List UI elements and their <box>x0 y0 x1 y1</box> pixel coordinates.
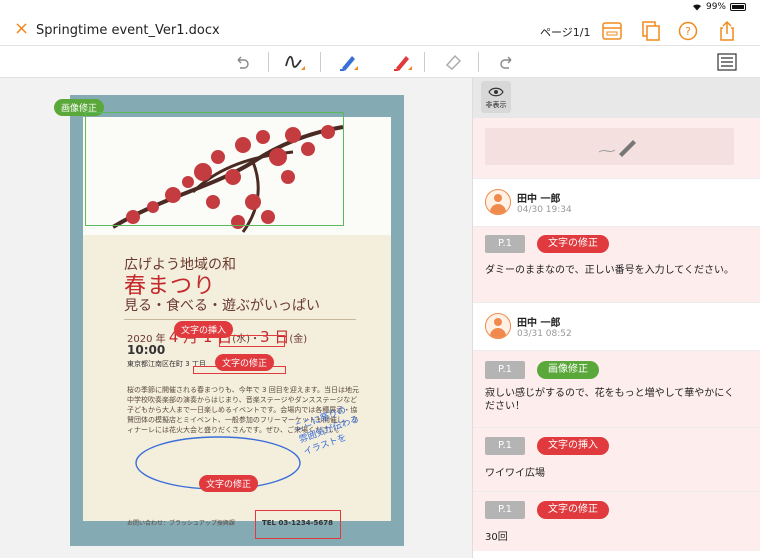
comment-date: 04/30 19:34 <box>517 205 572 215</box>
comment-kind-badge: 文字の修正 <box>537 235 609 253</box>
comment-kind-badge: 文字の修正 <box>537 501 609 519</box>
comment-item[interactable]: P.1 文字の修正 ダミーのままなので、正しい番号を入力してください。 <box>473 226 760 302</box>
wifi-icon <box>692 4 701 11</box>
undo-icon[interactable] <box>229 51 255 73</box>
annotation-fix-tag-2[interactable]: 文字の修正 <box>199 475 259 492</box>
comment-text: 寂しい感じがするので、花をもっと増やして華やかにください！ <box>485 388 735 412</box>
poster-contact: お問い合わせ：ブラッシュアップ振興課 <box>127 520 235 527</box>
pages-icon[interactable] <box>640 20 662 42</box>
eye-icon <box>488 87 504 97</box>
signature-comment[interactable] <box>473 118 760 178</box>
highlighter-red-icon[interactable] <box>389 51 415 73</box>
comment-text: ワイワイ広場 <box>485 468 545 479</box>
author-name: 田中 一郎 <box>517 194 561 205</box>
comment-date: 03/31 08:52 <box>517 329 572 339</box>
poster-time: 10:00 <box>127 343 166 357</box>
annotation-image-fix-box[interactable] <box>85 112 344 226</box>
title-bar: × Springtime event_Ver1.docx ページ1/1 ? <box>0 14 760 46</box>
comment-author: 田中 一郎 03/31 08:52 <box>473 302 760 350</box>
pencil-icon <box>598 140 636 157</box>
comment-kind-badge: 画像修正 <box>537 361 599 379</box>
document-canvas[interactable]: 広げよう地域の和 春まつり 見る・食べる・遊ぶがいっぱい 2020 年 4 月 … <box>0 78 472 558</box>
hide-label: 非表示 <box>485 101 507 109</box>
comment-item[interactable]: P.1 画像修正 寂しい感じがするので、花をもっと増やして華やかにください！ <box>473 350 760 427</box>
battery-icon <box>730 3 746 11</box>
signature-box <box>485 128 734 165</box>
toolbar-divider <box>268 52 269 72</box>
hide-toggle-button[interactable]: 非表示 <box>481 81 511 113</box>
page-badge: P.1 <box>485 235 525 253</box>
avatar <box>485 189 511 215</box>
page-badge: P.1 <box>485 361 525 379</box>
comment-item[interactable]: P.1 文字の挿入 ワイワイ広場 <box>473 427 760 491</box>
annotation-insert-tag[interactable]: 文字の挿入 <box>174 321 234 338</box>
help-icon[interactable]: ? <box>677 20 699 42</box>
toolbar-divider <box>424 52 425 72</box>
share-icon[interactable] <box>716 20 738 42</box>
pen-icon[interactable] <box>282 51 308 73</box>
page-badge: P.1 <box>485 437 525 455</box>
battery-percent: 99% <box>705 2 726 12</box>
keyboard-icon[interactable] <box>601 20 623 42</box>
comment-item[interactable]: P.1 文字の修正 30回 <box>473 491 760 551</box>
author-name: 田中 一郎 <box>517 318 561 329</box>
comment-author: 田中 一郎 04/30 19:34 <box>473 178 760 226</box>
annotation-insert-box[interactable] <box>219 335 285 347</box>
comment-text: ダミーのままなので、正しい番号を入力してください。 <box>485 265 734 276</box>
annotation-toolbar <box>0 46 760 78</box>
page-indicator: ページ1/1 <box>540 26 591 39</box>
toolbar-divider <box>320 52 321 72</box>
comment-kind-badge: 文字の挿入 <box>537 437 609 455</box>
poster-tagline: 見る・食べる・遊ぶがいっぱい <box>124 298 320 314</box>
comments-panel: 非表示 田中 一郎 04/30 19:34 P.1 文字の修正 ダミーのままなの… <box>472 78 760 558</box>
toolbar-divider <box>478 52 479 72</box>
avatar <box>485 313 511 339</box>
redo-icon[interactable] <box>494 51 520 73</box>
panel-header: 非表示 <box>473 78 760 118</box>
close-button[interactable]: × <box>14 19 29 39</box>
poster-divider <box>124 319 356 320</box>
page-badge: P.1 <box>485 501 525 519</box>
eraser-icon[interactable] <box>440 51 466 73</box>
highlighter-blue-icon[interactable] <box>335 51 361 73</box>
list-icon[interactable] <box>714 51 740 73</box>
comment-text: 30回 <box>485 532 508 543</box>
annotation-fix-tag[interactable]: 文字の修正 <box>215 354 275 371</box>
svg-text:?: ? <box>685 25 691 38</box>
status-bar: 99% <box>0 0 760 14</box>
poster-tel[interactable]: TEL 03-1234-5678 <box>255 510 341 539</box>
document-title: Springtime event_Ver1.docx <box>36 23 220 38</box>
